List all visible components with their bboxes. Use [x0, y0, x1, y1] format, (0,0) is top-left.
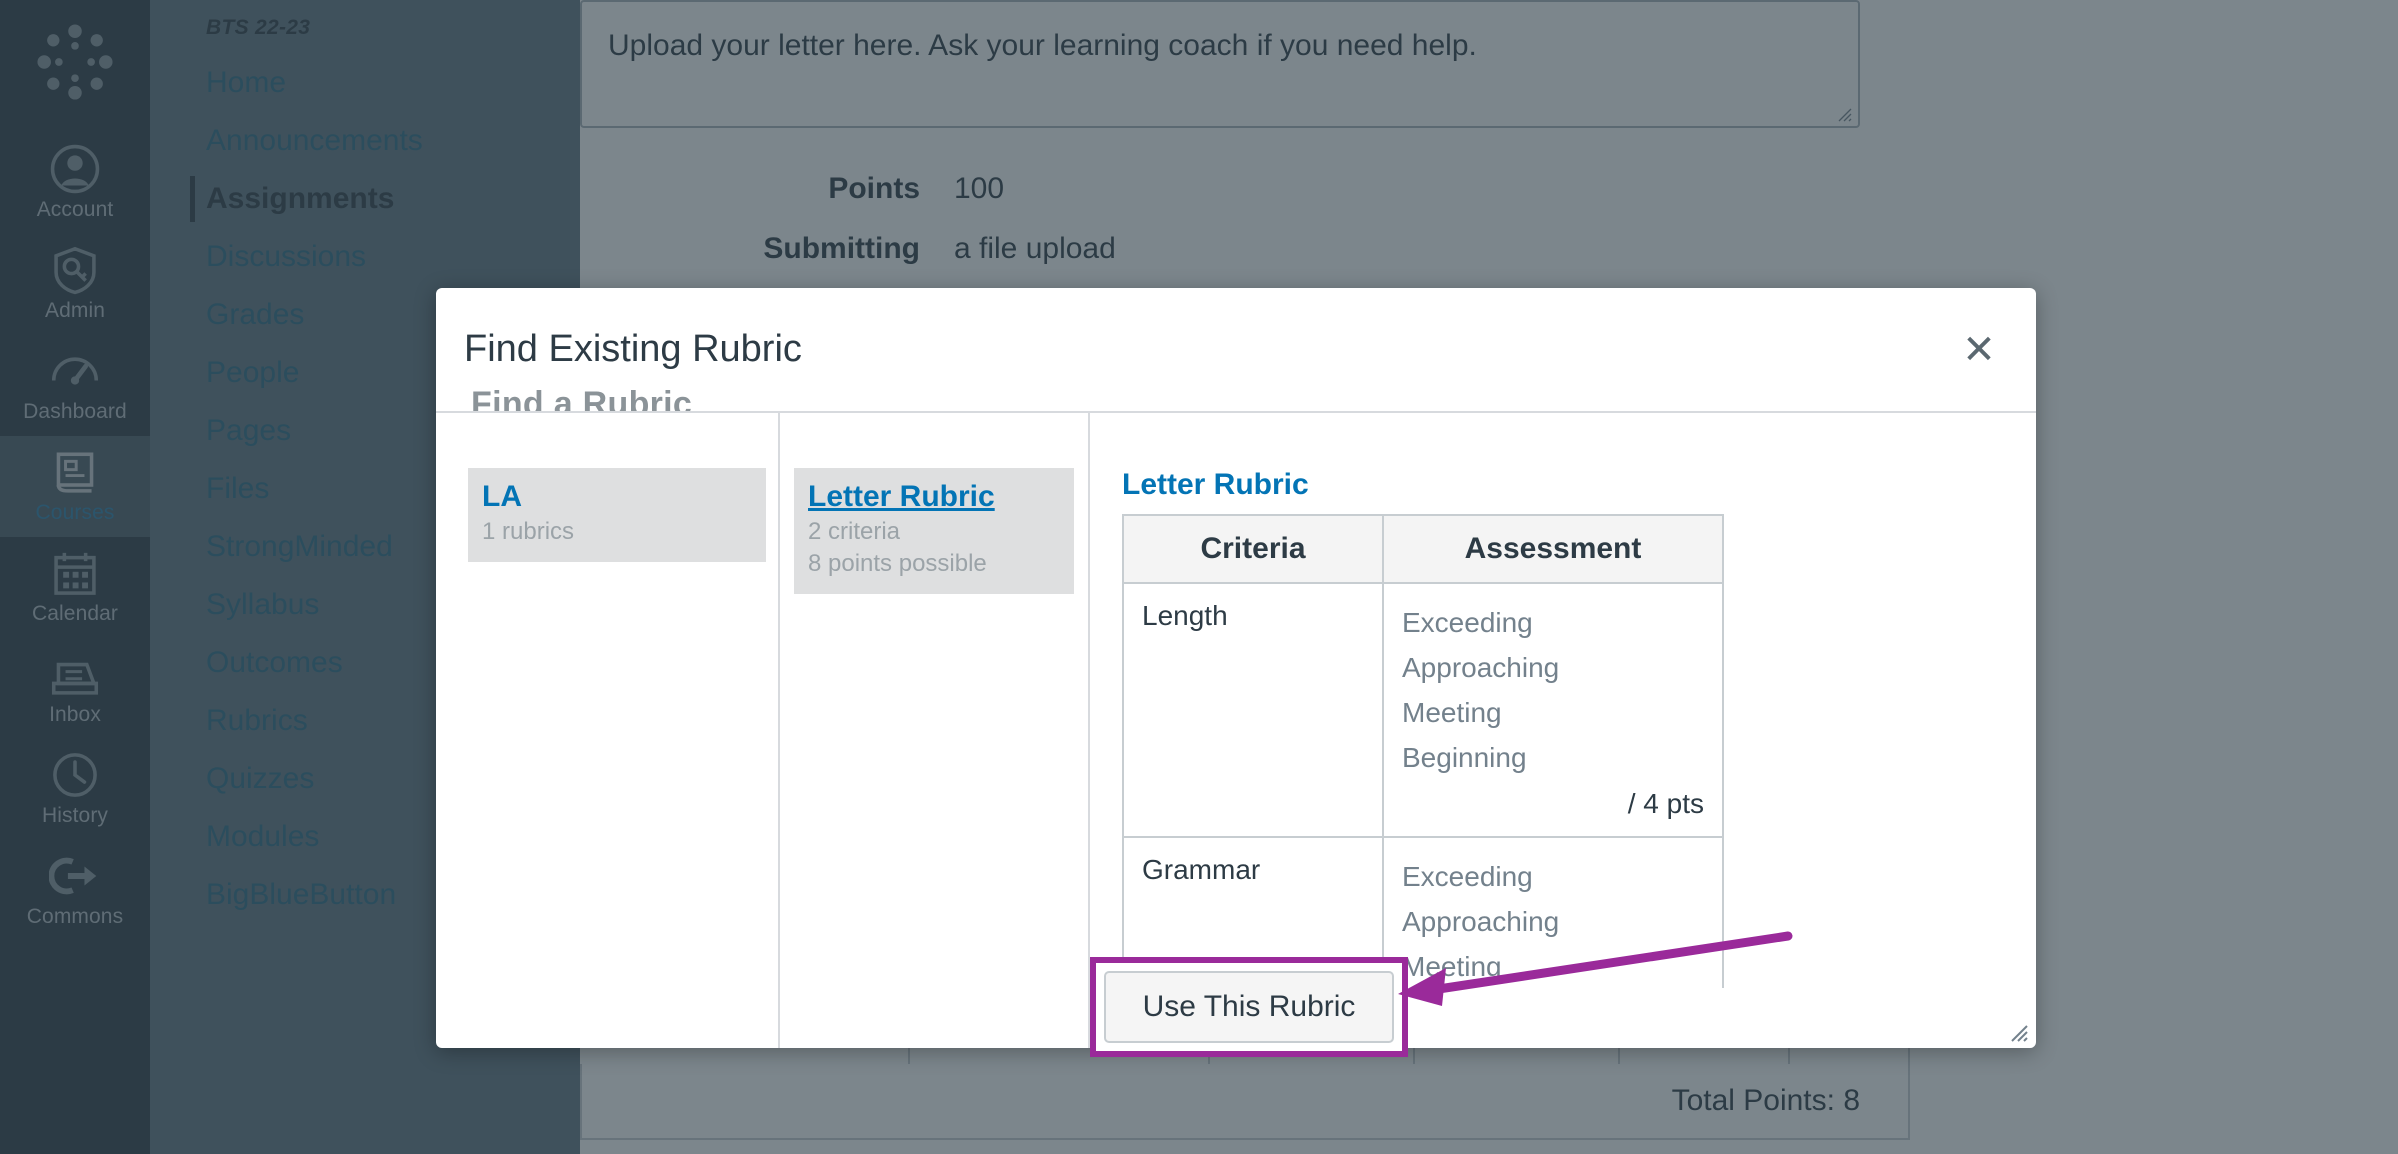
rating-label: Exceeding: [1402, 861, 1533, 892]
close-icon[interactable]: ✕: [1956, 327, 2002, 373]
find-a-rubric-heading: Find a Rubric: [471, 385, 693, 411]
use-this-rubric-button[interactable]: Use This Rubric: [1104, 971, 1394, 1043]
rating-label: Approaching: [1402, 652, 1560, 683]
rating-label: Meeting: [1402, 951, 1502, 982]
rubric-preview-pane: Letter Rubric Criteria Assessment Length E…: [1088, 413, 2036, 1048]
rubric-name[interactable]: Letter Rubric: [808, 478, 1060, 516]
rubric-context-item[interactable]: LA 1 rubrics: [468, 468, 766, 562]
rubric-column-header: Criteria: [1122, 514, 1384, 584]
criterion-points: / 4 pts: [1627, 788, 1704, 819]
dialog-title: Find Existing Rubric: [464, 328, 802, 370]
dialog-resize-handle-icon[interactable]: [2006, 1020, 2028, 1042]
find-existing-rubric-dialog: Find Existing Rubric ✕ Find a Rubric LA 1…: [436, 288, 2036, 1048]
rubric-preview-title: Letter Rubric: [1122, 468, 1309, 501]
use-this-rubric-highlight: Use This Rubric: [1090, 957, 1408, 1057]
rubric-table-header-row: Criteria Assessment: [1122, 514, 1724, 584]
criterion-assessment: Exceeding Approaching Meeting Beginning / 4 …: [1382, 582, 1724, 838]
rating-label: Beginning: [1402, 742, 1527, 773]
rubric-points-possible: 8 points possible: [808, 550, 987, 577]
rubric-list-item[interactable]: Letter Rubric 2 criteria 8 points possible: [794, 468, 1074, 594]
rubric-browser: LA 1 rubrics Letter Rubric 2 criteria 8 poi…: [436, 413, 2036, 1048]
criterion-name: Length: [1122, 582, 1384, 838]
app-root: Upload your letter here. Ask your learni…: [0, 0, 2398, 1154]
context-list-pane: LA 1 rubrics: [436, 413, 778, 1048]
rating-label: Exceeding: [1402, 607, 1533, 638]
context-name[interactable]: LA: [482, 478, 752, 516]
rubric-criterion-row: Length Exceeding Approaching Meeting Beginni…: [1122, 582, 1724, 838]
dialog-body: Find a Rubric LA 1 rubrics Letter Rubric 2…: [436, 385, 2036, 1048]
context-meta: 1 rubrics: [482, 518, 575, 545]
rubric-column-header: Assessment: [1382, 514, 1724, 584]
rubric-table-body: Length Exceeding Approaching Meeting Beginni…: [1122, 582, 1724, 988]
rubric-preview-table: Criteria Assessment Length Exceeding Approa…: [1122, 514, 1724, 988]
rating-label: Approaching: [1402, 906, 1560, 937]
criterion-assessment: Exceeding Approaching Meeting: [1382, 836, 1724, 988]
rubric-preview-scroll[interactable]: Letter Rubric Criteria Assessment Length E…: [1108, 468, 2018, 988]
rubric-criteria-count: 2 criteria: [808, 518, 901, 545]
rubric-list-pane: Letter Rubric 2 criteria 8 points possible: [778, 413, 1088, 1048]
rating-label: Meeting: [1402, 697, 1502, 728]
